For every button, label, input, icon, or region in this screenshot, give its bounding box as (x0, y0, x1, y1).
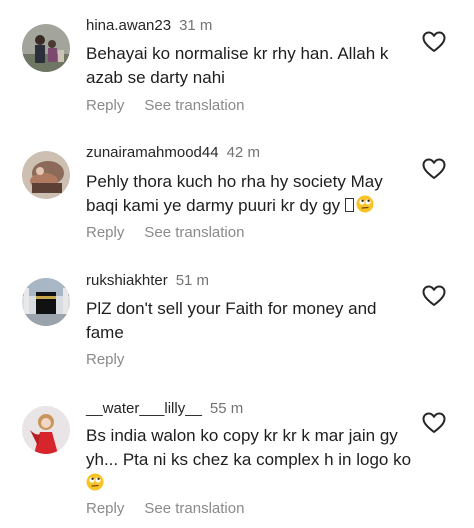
comment-item: zunairamahmood44 42 m Pehly thora kuch ho… (0, 130, 474, 260)
comment-actions: Reply See translation (86, 224, 244, 242)
comment-item: __water___lilly__ 55 m Bs india walon ko … (0, 390, 474, 528)
face-with-rolling-eyes-icon (356, 195, 374, 213)
comment-text-body: Pehly thora kuch ho rha hy society May b… (86, 172, 383, 215)
username[interactable]: __water___lilly__ (86, 400, 202, 417)
face-with-rolling-eyes-icon (86, 473, 104, 491)
avatar[interactable] (22, 278, 70, 326)
comment-header: rukshiakhter 51 m (86, 272, 209, 290)
comment-item: hina.awan23 31 m Behayai ko normalise kr … (0, 0, 474, 130)
comment-header: zunairamahmood44 42 m (86, 144, 260, 162)
heart-outline-icon[interactable] (422, 158, 446, 180)
comment-text: Behayai ko normalise kr rhy han. Allah k… (86, 44, 389, 87)
comment-text: PlZ don't sell your Faith for money and … (86, 299, 377, 342)
comment-actions: Reply See translation (86, 500, 244, 518)
heart-outline-icon[interactable] (422, 285, 446, 307)
username[interactable]: hina.awan23 (86, 17, 171, 34)
avatar[interactable] (22, 24, 70, 72)
username[interactable]: zunairamahmood44 (86, 144, 219, 161)
comment-header: hina.awan23 31 m (86, 17, 212, 35)
reply-button[interactable]: Reply (86, 351, 124, 368)
comment-item: rukshiakhter 51 m PlZ don't sell your Fai… (0, 260, 474, 390)
reply-button[interactable]: Reply (86, 224, 124, 241)
reply-button[interactable]: Reply (86, 97, 124, 114)
comment-text: Pehly thora kuch ho rha hy society May b… (86, 170, 416, 218)
username[interactable]: rukshiakhter (86, 272, 168, 289)
comment-text-body: Bs india walon ko copy kr kr k mar jain … (86, 426, 412, 469)
avatar[interactable] (22, 151, 70, 199)
timestamp: 31 m (179, 17, 213, 34)
timestamp: 51 m (175, 272, 210, 289)
comment-actions: Reply See translation (86, 97, 244, 115)
timestamp: 55 m (209, 400, 244, 417)
heart-outline-icon[interactable] (422, 31, 446, 53)
comment-text: Bs india walon ko copy kr kr k mar jain … (86, 424, 416, 496)
comment-header: __water___lilly__ 55 m (86, 400, 243, 418)
avatar[interactable] (22, 406, 70, 454)
comment-actions: Reply (86, 351, 124, 369)
see-translation-button[interactable]: See translation (144, 224, 244, 241)
missing-glyph-icon (344, 198, 354, 212)
reply-button[interactable]: Reply (86, 500, 124, 517)
timestamp: 42 m (226, 144, 260, 161)
see-translation-button[interactable]: See translation (144, 500, 244, 517)
heart-outline-icon[interactable] (422, 412, 446, 434)
see-translation-button[interactable]: See translation (144, 97, 244, 114)
